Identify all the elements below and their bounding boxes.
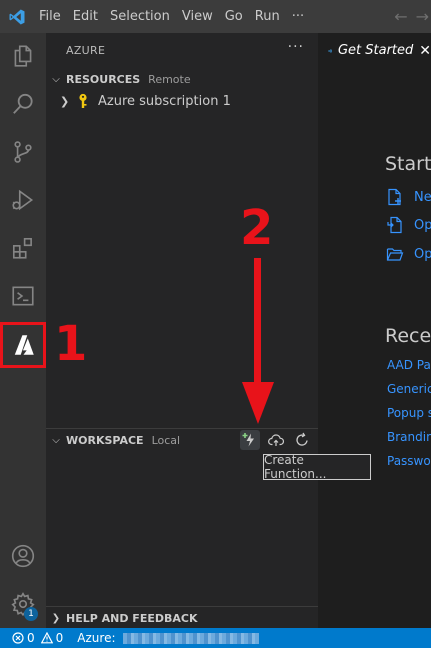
recent-link[interactable]: Brandin xyxy=(387,430,431,444)
new-file-icon xyxy=(388,188,401,206)
menu-view[interactable]: View xyxy=(176,0,219,33)
annotation-number-one: 1 xyxy=(54,316,88,372)
key-icon xyxy=(76,93,98,109)
status-bar: 0 0 Azure: xyxy=(0,628,431,648)
chevron-right-icon: ❯ xyxy=(60,94,70,108)
chevron-right-icon: ❯ xyxy=(51,612,61,624)
extensions-icon[interactable] xyxy=(0,225,46,271)
recent-heading: Recen xyxy=(385,325,431,347)
create-function-button[interactable] xyxy=(240,430,260,450)
open-file-icon xyxy=(387,216,402,234)
account-icon[interactable] xyxy=(0,533,46,579)
redacted-account xyxy=(122,632,259,644)
tab-bar: Get Started ✕ xyxy=(318,33,431,68)
recent-link[interactable]: Passwor xyxy=(387,454,431,468)
source-control-icon[interactable] xyxy=(0,129,46,175)
problems-indicator[interactable]: 0 0 xyxy=(12,631,63,645)
cloud-upload-icon xyxy=(268,434,284,446)
vscode-logo-icon xyxy=(0,0,33,33)
title-bar: File Edit Selection View Go Run ··· ← → xyxy=(0,0,431,33)
tree-item-subscription[interactable]: ❯ Azure subscription 1 xyxy=(46,90,318,112)
resources-section-header[interactable]: ⌵ RESOURCES Remote xyxy=(46,68,318,90)
forward-arrow-icon[interactable]: → xyxy=(416,7,429,26)
resources-sublabel: Remote xyxy=(148,72,191,86)
settings-badge: 1 xyxy=(24,607,38,621)
workspace-sublabel: Local xyxy=(151,433,181,447)
error-count: 0 xyxy=(27,631,35,645)
sidebar-more-button[interactable]: ··· xyxy=(288,39,304,55)
start-link-new[interactable]: Ne xyxy=(386,188,431,206)
workspace-label: WORKSPACE xyxy=(66,433,144,447)
resources-label: RESOURCES xyxy=(66,72,141,86)
close-icon[interactable]: ✕ xyxy=(419,43,431,59)
workspace-actions xyxy=(240,430,312,450)
menu-go[interactable]: Go xyxy=(219,0,249,33)
chevron-down-icon: ⌵ xyxy=(52,434,60,446)
explorer-icon[interactable] xyxy=(0,33,46,79)
lightning-plus-icon xyxy=(242,433,254,447)
menu-bar: File Edit Selection View Go Run ··· xyxy=(33,0,310,33)
annotation-arrow-icon xyxy=(242,258,274,424)
deploy-cloud-button[interactable] xyxy=(266,430,286,450)
search-icon[interactable] xyxy=(0,81,46,127)
back-arrow-icon[interactable]: ← xyxy=(394,7,407,26)
tab-get-started[interactable]: Get Started ✕ xyxy=(318,33,431,68)
menu-file[interactable]: File xyxy=(33,0,67,33)
menu-selection[interactable]: Selection xyxy=(104,0,176,33)
run-debug-icon[interactable] xyxy=(0,177,46,223)
create-function-tooltip: Create Function... xyxy=(263,453,371,481)
settings-icon[interactable]: 1 xyxy=(0,581,46,627)
vscode-tab-icon xyxy=(328,48,332,53)
start-heading: Start xyxy=(385,153,431,175)
open-folder-icon xyxy=(386,248,404,261)
error-icon xyxy=(12,632,24,644)
menu-more[interactable]: ··· xyxy=(286,0,310,33)
azure-account-status[interactable]: Azure: xyxy=(77,631,259,645)
annotation-highlight-box xyxy=(0,322,46,368)
recent-link[interactable]: AAD Pa xyxy=(387,358,431,372)
help-label: HELP AND FEEDBACK xyxy=(66,611,198,625)
tab-label: Get Started xyxy=(337,43,414,58)
annotation-number-two: 2 xyxy=(240,200,274,256)
menu-edit[interactable]: Edit xyxy=(67,0,104,33)
nav-arrows: ← → xyxy=(394,0,431,33)
recent-link[interactable]: Popup s xyxy=(387,406,431,420)
warning-count: 0 xyxy=(55,631,64,645)
azure-status-label: Azure: xyxy=(77,631,116,645)
refresh-button[interactable] xyxy=(292,430,312,450)
recent-link[interactable]: Generic xyxy=(387,382,431,396)
menu-run[interactable]: Run xyxy=(249,0,286,33)
terminal-icon[interactable] xyxy=(0,273,46,319)
editor-area: Get Started ✕ Start Ne Op Op Recen AAD P… xyxy=(318,33,431,628)
chevron-down-icon: ⌵ xyxy=(52,73,60,85)
refresh-icon xyxy=(296,432,308,446)
start-link-open-folder[interactable]: Op xyxy=(386,245,431,263)
start-link-open-file[interactable]: Op xyxy=(386,216,431,234)
subscription-label: Azure subscription 1 xyxy=(98,93,231,109)
help-section-header[interactable]: ❯ HELP AND FEEDBACK xyxy=(46,607,318,629)
sidebar-title: AZURE xyxy=(66,44,106,57)
warning-icon xyxy=(40,632,53,644)
